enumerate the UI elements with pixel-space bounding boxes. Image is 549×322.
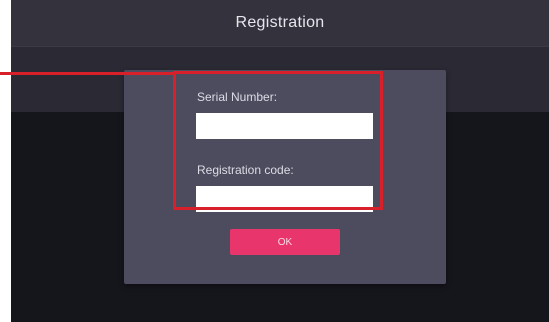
- annotation-callout-line: [0, 72, 175, 75]
- title-bar: Registration: [11, 0, 549, 46]
- annotation-highlight-box: [173, 71, 383, 210]
- ok-button[interactable]: OK: [230, 229, 340, 255]
- page-title: Registration: [235, 14, 325, 31]
